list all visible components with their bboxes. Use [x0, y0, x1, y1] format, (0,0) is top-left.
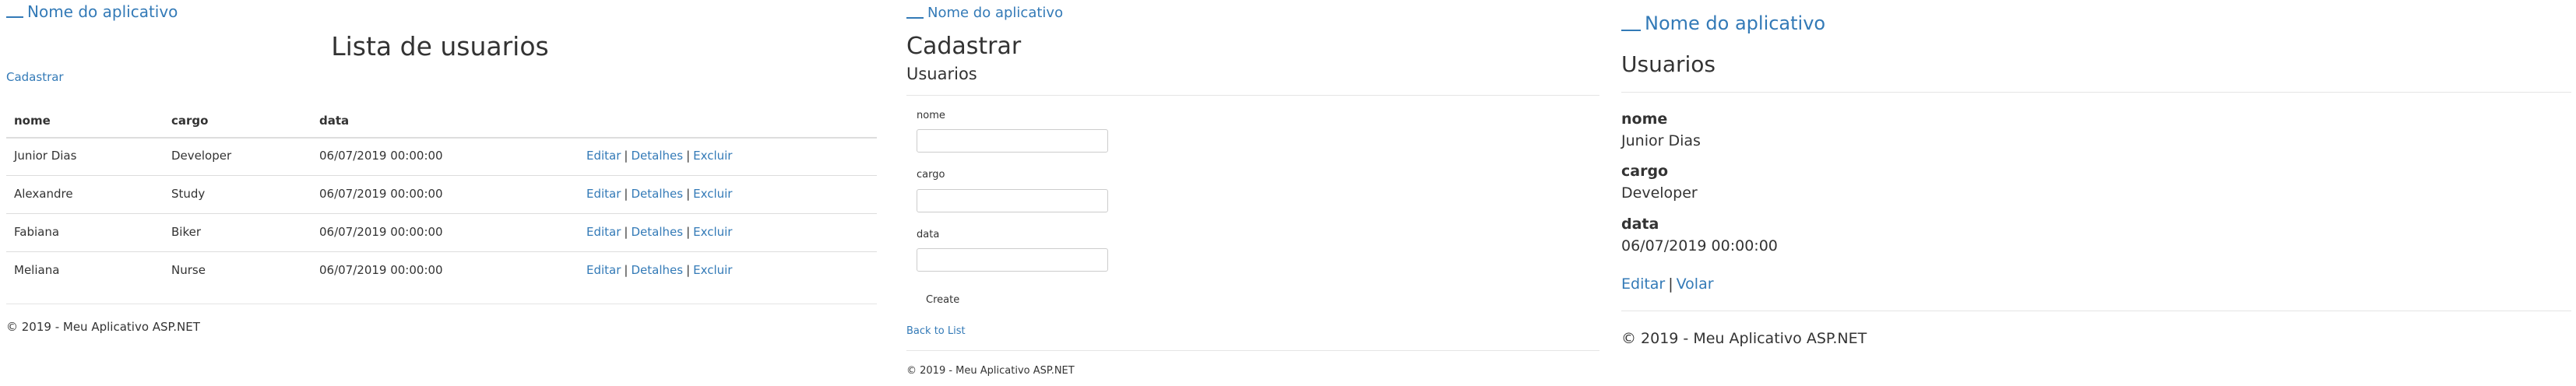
detail-value-cargo: Developer	[1621, 184, 1698, 202]
page-title: Usuarios	[1621, 51, 1716, 77]
row-actions: Editar | Detalhes | Excluir	[586, 225, 732, 239]
page-subtitle: Usuarios	[906, 65, 977, 83]
detail-label-data: data	[1621, 216, 1659, 233]
table-row: Alexandre Study 06/07/2019 00:00:00 Edit…	[6, 175, 877, 214]
separator: |	[686, 187, 691, 201]
detail-value-nome: Junior Dias	[1621, 132, 1701, 149]
separator: |	[1668, 275, 1673, 293]
table-row: Junior Dias Developer 06/07/2019 00:00:0…	[6, 137, 877, 176]
column-header-cargo: cargo	[171, 114, 209, 128]
details-link[interactable]: Detalhes	[631, 263, 683, 277]
brand-label: Nome do aplicativo	[1645, 12, 1826, 34]
separator: |	[686, 263, 691, 277]
separator: |	[686, 225, 691, 239]
menu-bar-icon	[1621, 30, 1641, 31]
cargo-input[interactable]	[917, 189, 1108, 212]
create-link[interactable]: Cadastrar	[6, 70, 64, 84]
create-button[interactable]: Create	[917, 291, 970, 309]
brand-label: Nome do aplicativo	[27, 2, 178, 21]
row-actions: Editar | Detalhes | Excluir	[586, 187, 732, 201]
page-title: Lista de usuarios	[331, 31, 549, 61]
brand-link[interactable]: Nome do aplicativo	[6, 2, 178, 21]
footer-divider	[906, 350, 1599, 351]
heading-divider	[1621, 92, 2571, 93]
detail-actions: Editar | Volar	[1621, 275, 1714, 293]
cell-nome: Meliana	[14, 263, 60, 277]
table-row: Meliana Nurse 06/07/2019 00:00:00 Editar…	[6, 251, 877, 290]
details-page-panel: Nome do aplicativo Usuarios nome Junior …	[1618, 0, 2576, 386]
back-to-list-link[interactable]: Back to List	[906, 325, 966, 337]
edit-link[interactable]: Editar	[586, 225, 621, 239]
delete-link[interactable]: Excluir	[693, 149, 732, 163]
brand-link[interactable]: Nome do aplicativo	[906, 5, 1063, 21]
delete-link[interactable]: Excluir	[693, 263, 732, 277]
create-page-panel: Nome do aplicativo Cadastrar Usuarios no…	[903, 0, 1600, 386]
footer-text: © 2019 - Meu Aplicativo ASP.NET	[6, 320, 200, 334]
cell-nome: Fabiana	[14, 225, 60, 239]
separator: |	[624, 263, 628, 277]
delete-link[interactable]: Excluir	[693, 187, 732, 201]
details-link[interactable]: Detalhes	[631, 225, 683, 239]
cell-data: 06/07/2019 00:00:00	[319, 225, 443, 239]
table-header-row: nome cargo data	[6, 107, 877, 139]
cell-data: 06/07/2019 00:00:00	[319, 149, 443, 163]
edit-link[interactable]: Editar	[586, 149, 621, 163]
brand-link[interactable]: Nome do aplicativo	[1621, 12, 1825, 34]
column-header-nome: nome	[14, 114, 51, 128]
data-input[interactable]	[917, 248, 1108, 272]
separator: |	[624, 149, 628, 163]
cell-cargo: Study	[171, 187, 206, 201]
edit-link[interactable]: Editar	[586, 263, 621, 277]
footer-text: © 2019 - Meu Aplicativo ASP.NET	[1621, 330, 1867, 347]
row-actions: Editar | Detalhes | Excluir	[586, 263, 732, 277]
field-label-data: data	[917, 229, 940, 240]
cell-cargo: Developer	[171, 149, 232, 163]
menu-bar-icon	[6, 16, 23, 18]
cell-data: 06/07/2019 00:00:00	[319, 263, 443, 277]
heading-divider	[906, 95, 1599, 96]
separator: |	[686, 149, 691, 163]
edit-link[interactable]: Editar	[1621, 275, 1665, 293]
detail-label-cargo: cargo	[1621, 163, 1669, 180]
nome-input[interactable]	[917, 129, 1108, 153]
table-row: Fabiana Biker 06/07/2019 00:00:00 Editar…	[6, 213, 877, 252]
cell-cargo: Biker	[171, 225, 202, 239]
page-title: Cadastrar	[906, 33, 1022, 60]
back-link[interactable]: Volar	[1677, 275, 1714, 293]
delete-link[interactable]: Excluir	[693, 225, 732, 239]
edit-link[interactable]: Editar	[586, 187, 621, 201]
detail-label-nome: nome	[1621, 111, 1668, 128]
cell-data: 06/07/2019 00:00:00	[319, 187, 443, 201]
cell-nome: Junior Dias	[14, 149, 77, 163]
row-actions: Editar | Detalhes | Excluir	[586, 149, 732, 163]
field-label-cargo: cargo	[917, 169, 945, 181]
brand-label: Nome do aplicativo	[927, 5, 1064, 21]
column-header-data: data	[319, 114, 350, 128]
separator: |	[624, 187, 628, 201]
cell-nome: Alexandre	[14, 187, 73, 201]
field-label-nome: nome	[917, 110, 945, 121]
menu-bar-icon	[906, 17, 924, 19]
cell-cargo: Nurse	[171, 263, 206, 277]
details-link[interactable]: Detalhes	[631, 149, 683, 163]
separator: |	[624, 225, 628, 239]
list-page-panel: Nome do aplicativo Lista de usuarios Cad…	[0, 0, 880, 386]
footer-text: © 2019 - Meu Aplicativo ASP.NET	[906, 365, 1075, 377]
details-link[interactable]: Detalhes	[631, 187, 683, 201]
detail-value-data: 06/07/2019 00:00:00	[1621, 237, 1778, 254]
